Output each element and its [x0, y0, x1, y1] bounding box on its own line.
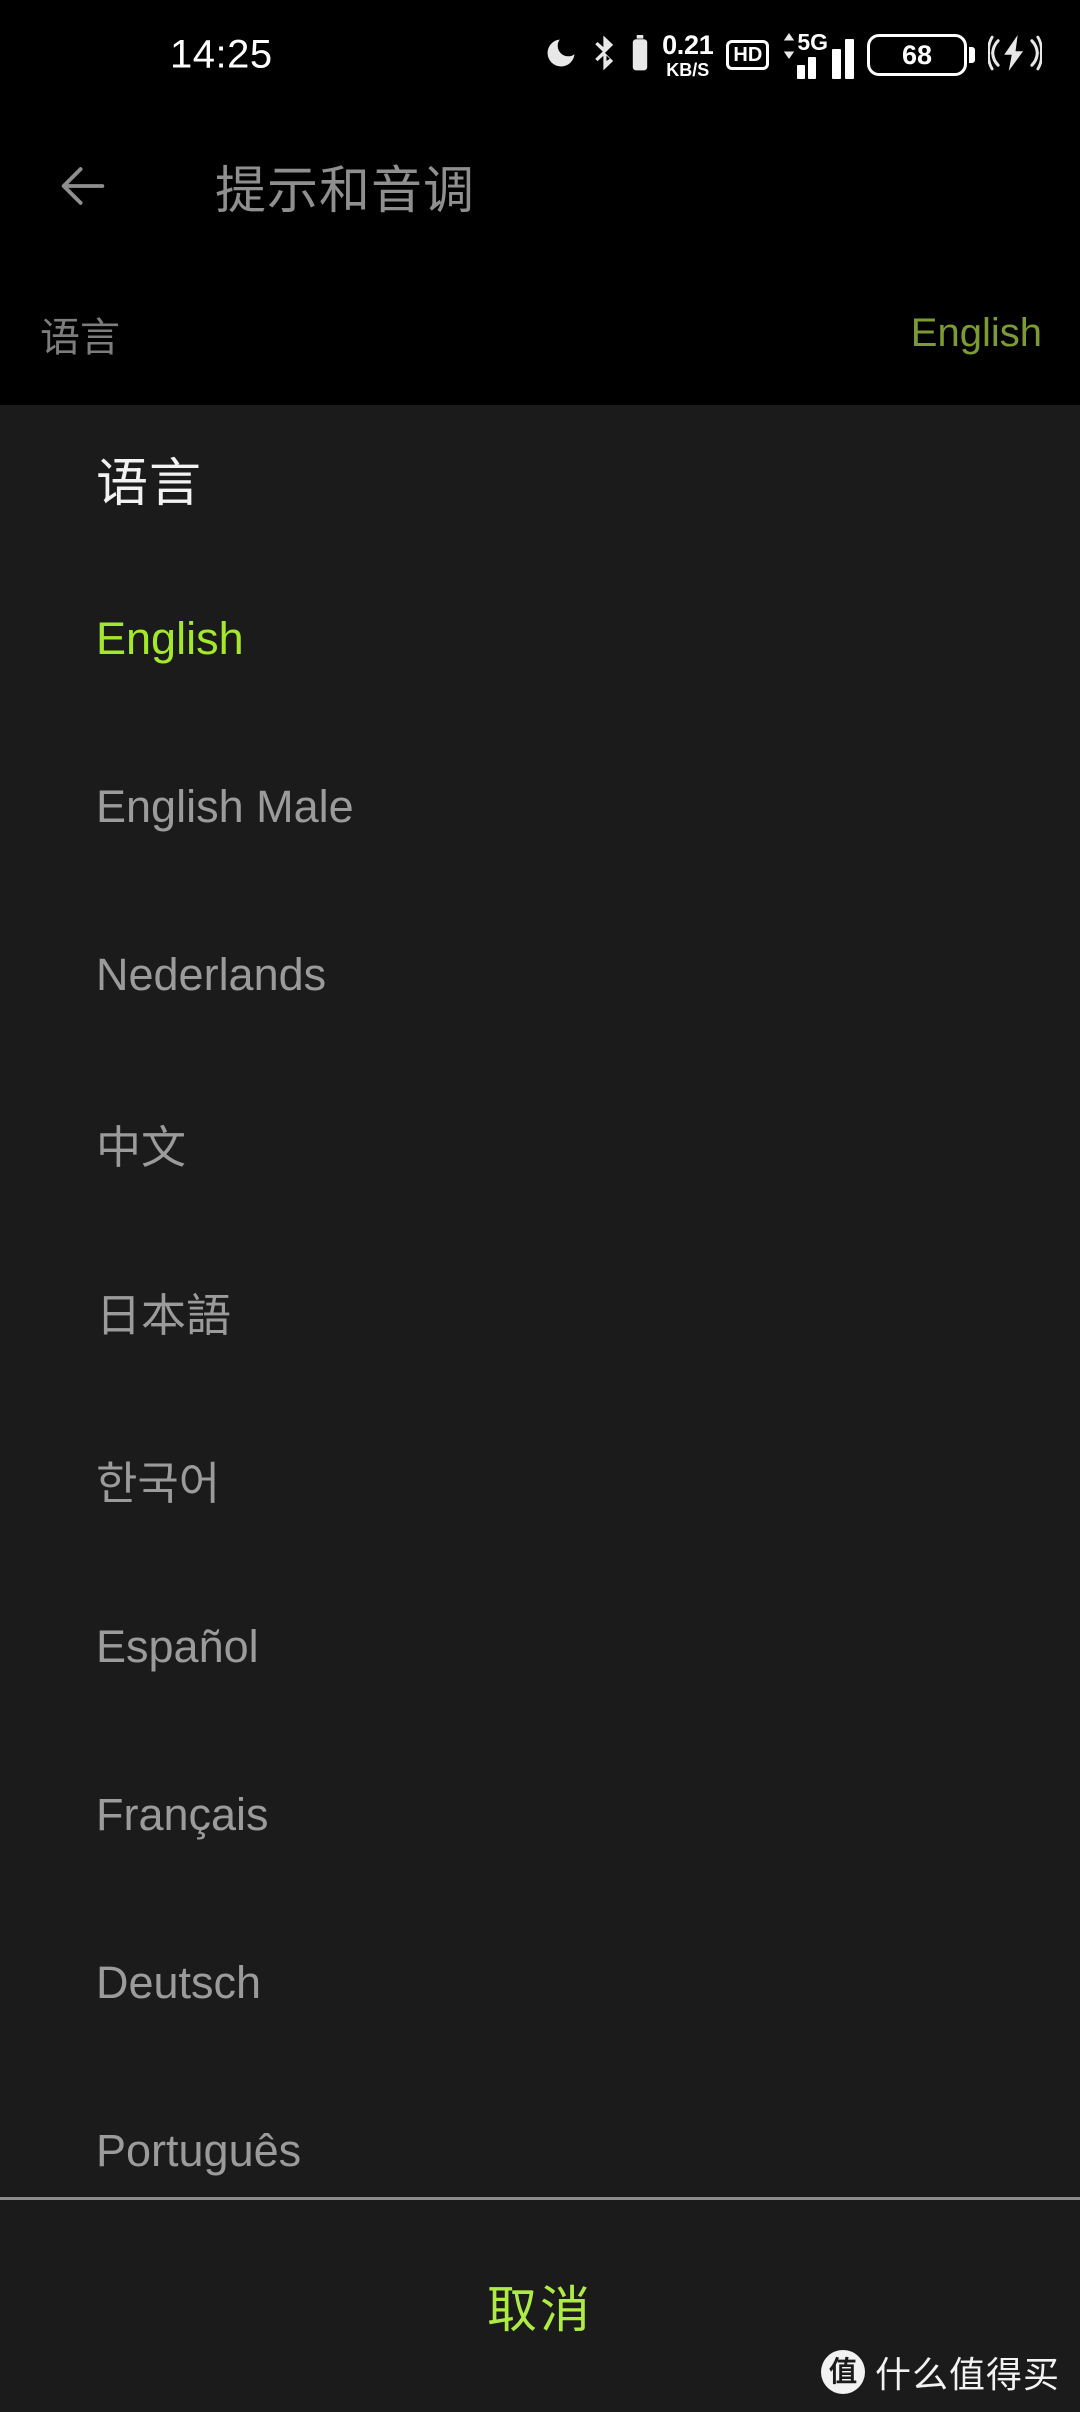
- language-option[interactable]: 中文: [0, 1059, 1080, 1227]
- back-arrow-icon[interactable]: [52, 155, 114, 217]
- language-option[interactable]: Français: [0, 1731, 1080, 1899]
- hd-volte-icon: HD: [726, 40, 770, 70]
- charging-wireless-icon: [987, 33, 1043, 78]
- setting-row-value: English: [910, 311, 1042, 355]
- watermark: 值 什么值得买: [820, 2346, 1060, 2398]
- data-transfer-arrows-icon: [782, 33, 796, 59]
- battery-cap: [969, 47, 975, 63]
- language-option[interactable]: 日本語: [0, 1227, 1080, 1395]
- network-speed-indicator: 0.21 KB/S: [662, 29, 714, 80]
- network-speed-value: 0.21: [662, 29, 714, 60]
- moon-icon: [543, 35, 579, 76]
- bluetooth-battery-icon: [631, 34, 649, 76]
- signal-bars-icon: 5G: [782, 31, 854, 79]
- signal-bars-group-2: [832, 39, 854, 79]
- network-type-label: 5G: [797, 29, 828, 55]
- language-option-list: English English Male Nederlands 中文 日本語 한국어 Esp…: [0, 555, 1080, 2235]
- setting-row-language[interactable]: 语言 English: [0, 262, 1080, 405]
- status-bar-clock: 14:25: [170, 32, 273, 77]
- battery-indicator: 68: [867, 34, 975, 76]
- language-option[interactable]: Español: [0, 1563, 1080, 1731]
- language-option[interactable]: Nederlands: [0, 891, 1080, 1059]
- network-speed-unit: KB/S: [666, 59, 710, 80]
- setting-row-label: 语言: [40, 315, 120, 360]
- language-option[interactable]: English: [0, 555, 1080, 723]
- phone-screen: 14:25 0.21 KB/S HD 5G 68 提示和音调 语言 Englis…: [0, 0, 1080, 2412]
- language-option[interactable]: Deutsch: [0, 1899, 1080, 2067]
- status-bar: 14:25 0.21 KB/S HD 5G 68: [0, 0, 1080, 110]
- language-option[interactable]: English Male: [0, 723, 1080, 891]
- language-option[interactable]: 한국어: [0, 1395, 1080, 1563]
- watermark-text: 什么值得买: [874, 2354, 1060, 2395]
- dialog-title: 语言: [96, 455, 203, 513]
- language-picker-dialog: 语言 English English Male Nederlands 中文 日本語 한국어…: [0, 405, 1080, 2412]
- watermark-logo-icon: 值: [820, 2350, 865, 2394]
- bluetooth-icon: [592, 33, 618, 78]
- battery-percent: 68: [867, 34, 967, 76]
- app-bar: 提示和音调: [0, 110, 1080, 262]
- page-title: 提示和音调: [215, 162, 476, 219]
- status-bar-icons: 0.21 KB/S HD 5G 68: [543, 29, 1043, 80]
- signal-bars-group-1: [797, 57, 817, 79]
